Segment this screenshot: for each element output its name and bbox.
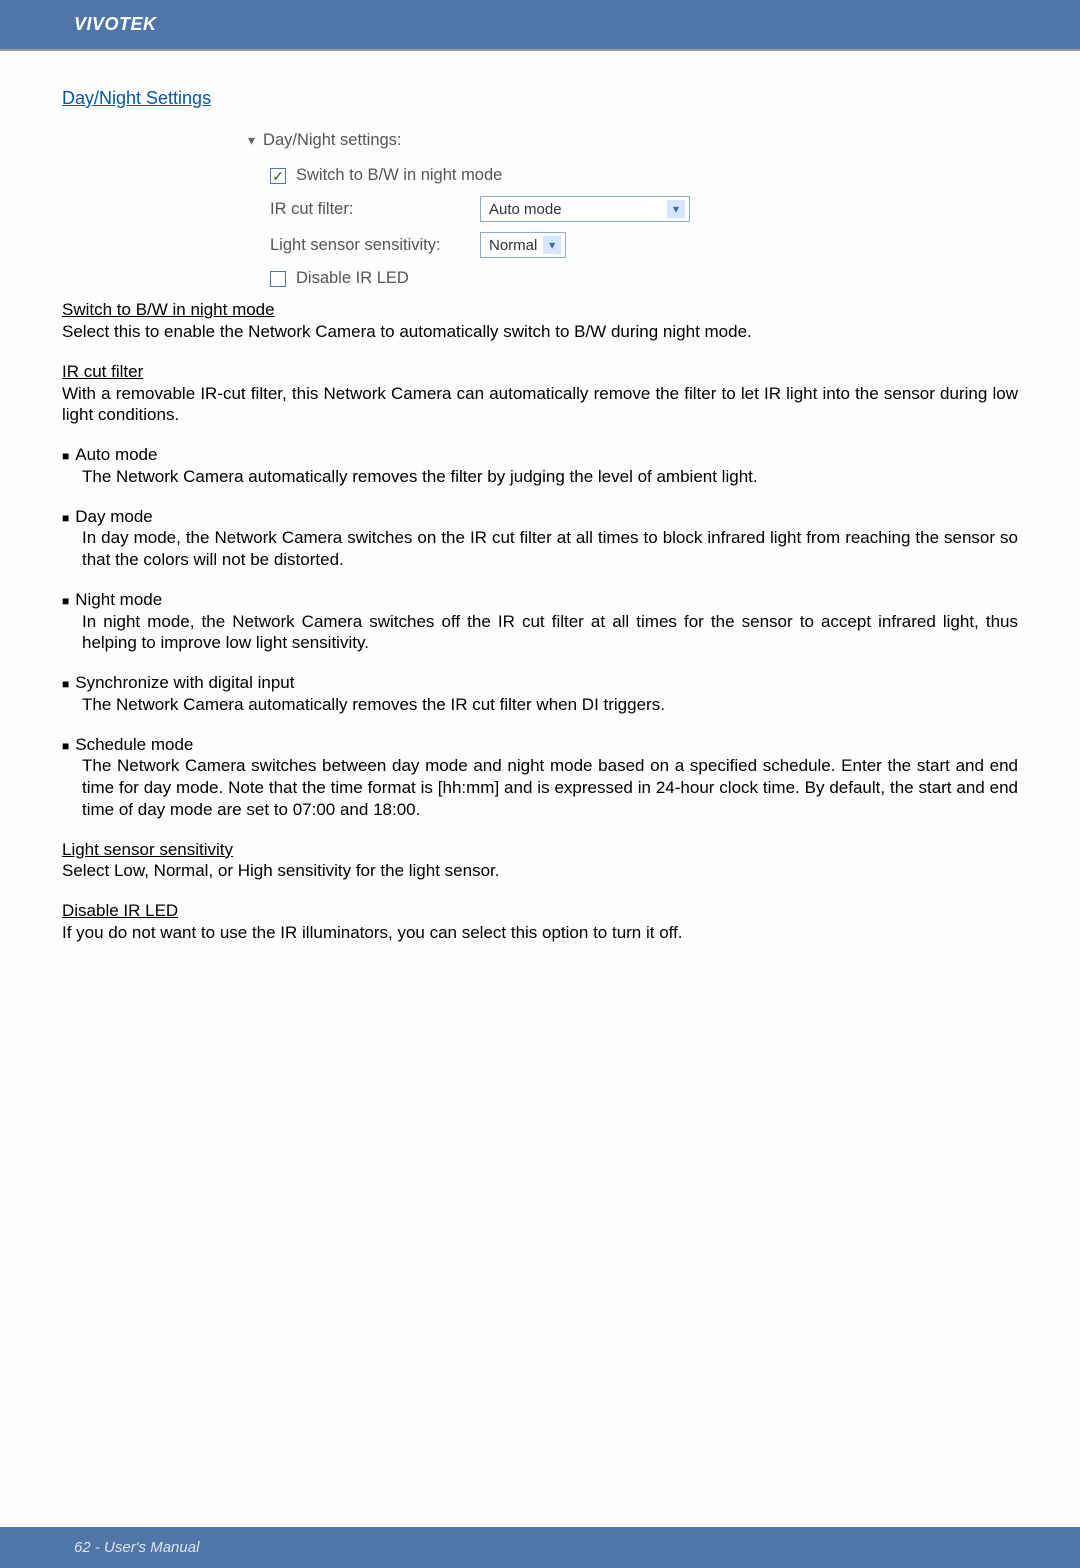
chevron-down-icon: ▾ — [543, 236, 561, 254]
page-number: 62 - User's Manual — [74, 1539, 199, 1556]
light-sensor-heading: Light sensor sensitivity — [62, 839, 1018, 861]
mode-name: Schedule mode — [75, 734, 193, 756]
section-title-link: Day/Night Settings — [62, 87, 1018, 110]
light-sensor-label: Light sensor sensitivity: — [270, 235, 480, 256]
mode-desc: The Network Camera automatically removes… — [62, 694, 1018, 716]
disable-ir-label: Disable IR LED — [296, 268, 409, 289]
ir-cut-filter-label: IR cut filter: — [270, 199, 480, 220]
mode-name: Auto mode — [75, 444, 157, 466]
header-bar: VIVOTEK — [0, 0, 1080, 49]
disable-ir-checkbox[interactable] — [270, 271, 286, 287]
ir-cut-filter-select[interactable]: Auto mode ▾ — [480, 196, 690, 222]
collapse-icon[interactable]: ▾ — [248, 132, 255, 150]
disable-ir-heading: Disable IR LED — [62, 900, 1018, 922]
square-bullet-icon: ■ — [62, 594, 69, 609]
mode-name: Synchronize with digital input — [75, 672, 294, 694]
list-item: ■ Auto mode The Network Camera automatica… — [62, 444, 1018, 488]
modes-list: ■ Auto mode The Network Camera automatica… — [62, 444, 1018, 821]
mode-name: Day mode — [75, 506, 152, 528]
light-sensor-value: Normal — [489, 236, 537, 255]
list-item: ■ Synchronize with digital input The Netw… — [62, 672, 1018, 716]
header-divider — [0, 49, 1080, 51]
ir-cut-heading: IR cut filter — [62, 361, 1018, 383]
ir-cut-filter-value: Auto mode — [489, 200, 562, 219]
disable-ir-text: If you do not want to use the IR illumin… — [62, 922, 1018, 944]
settings-panel: ▾ Day/Night settings: ✓ Switch to B/W in… — [248, 130, 1018, 289]
chevron-down-icon: ▾ — [667, 200, 685, 218]
settings-heading: Day/Night settings: — [263, 130, 401, 151]
mode-desc: The Network Camera switches between day … — [62, 755, 1018, 820]
ir-cut-text: With a removable IR-cut filter, this Net… — [62, 383, 1018, 427]
square-bullet-icon: ■ — [62, 739, 69, 754]
light-sensor-text: Select Low, Normal, or High sensitivity … — [62, 860, 1018, 882]
list-item: ■ Day mode In day mode, the Network Camer… — [62, 506, 1018, 571]
mode-name: Night mode — [75, 589, 162, 611]
square-bullet-icon: ■ — [62, 677, 69, 692]
mode-desc: The Network Camera automatically removes… — [62, 466, 1018, 488]
square-bullet-icon: ■ — [62, 449, 69, 464]
list-item: ■ Schedule mode The Network Camera switch… — [62, 734, 1018, 821]
footer-bar: 62 - User's Manual — [0, 1527, 1080, 1568]
mode-desc: In day mode, the Network Camera switches… — [62, 527, 1018, 571]
switch-bw-checkbox[interactable]: ✓ — [270, 168, 286, 184]
brand-text: VIVOTEK — [74, 14, 157, 34]
light-sensor-select[interactable]: Normal ▾ — [480, 232, 566, 258]
switch-bw-text: Select this to enable the Network Camera… — [62, 321, 1018, 343]
switch-bw-heading: Switch to B/W in night mode — [62, 299, 1018, 321]
square-bullet-icon: ■ — [62, 511, 69, 526]
switch-bw-label: Switch to B/W in night mode — [296, 165, 502, 186]
list-item: ■ Night mode In night mode, the Network C… — [62, 589, 1018, 654]
mode-desc: In night mode, the Network Camera switch… — [62, 611, 1018, 655]
